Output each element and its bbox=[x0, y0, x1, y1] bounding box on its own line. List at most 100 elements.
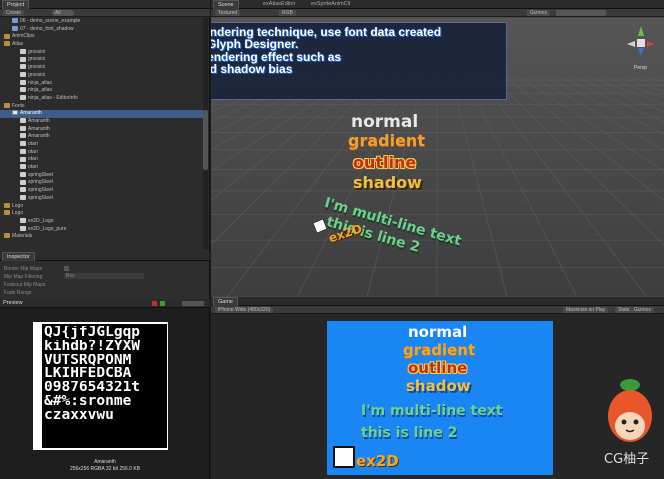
game-normal-text: normal bbox=[408, 323, 468, 341]
tree-item-label: ex2D_Logo bbox=[28, 217, 54, 224]
tree-item-label: grossini bbox=[28, 71, 46, 78]
scene-shadow-text[interactable]: shadow bbox=[353, 173, 422, 192]
folder-icon bbox=[4, 233, 10, 239]
game-multiline-2: this is line 2 bbox=[361, 425, 458, 441]
tab-project[interactable]: Project bbox=[2, 0, 30, 9]
tree-item[interactable]: grossini bbox=[0, 49, 204, 57]
border-mip-maps-checkbox[interactable] bbox=[64, 266, 69, 271]
tree-item[interactable]: grossini bbox=[0, 56, 204, 64]
preview-title: Preview bbox=[3, 300, 23, 306]
file-icon bbox=[20, 179, 26, 185]
file-icon bbox=[20, 156, 26, 162]
tree-item-label: otari bbox=[28, 164, 38, 171]
tree-item-label: Amaranth bbox=[28, 117, 50, 124]
tab-scene[interactable]: Scene bbox=[213, 0, 239, 9]
tree-item[interactable]: Materials bbox=[0, 233, 204, 241]
channel-r-icon[interactable] bbox=[152, 301, 157, 306]
tree-item[interactable]: otari bbox=[0, 141, 204, 149]
axis-gizmo-icon[interactable] bbox=[621, 22, 661, 82]
game-gizmos-toggle[interactable]: Gizmos bbox=[631, 307, 654, 313]
tree-item[interactable]: ninja_atlas bbox=[0, 80, 204, 88]
banner-line-4: gradient color, outline and shadow bias bbox=[211, 62, 293, 76]
tree-item[interactable]: AnimClips bbox=[0, 33, 204, 41]
channel-g-icon[interactable] bbox=[160, 301, 165, 306]
tree-item[interactable]: ninja_atlas bbox=[0, 87, 204, 95]
tree-item-label: ninja_atlas bbox=[28, 79, 52, 86]
scroll-thumb[interactable] bbox=[203, 110, 208, 170]
scene-search-input[interactable] bbox=[556, 10, 606, 16]
tab-game[interactable]: Game bbox=[213, 297, 238, 306]
inspector-panel: Inspector Border Mip Maps Mip Map Filter… bbox=[0, 252, 210, 299]
tree-item[interactable]: Fonts bbox=[0, 103, 204, 111]
create-button[interactable]: Create bbox=[3, 10, 25, 16]
tree-item[interactable]: 07 - demo_font_shadow bbox=[0, 26, 204, 34]
tree-item[interactable]: springSteel bbox=[0, 172, 204, 180]
scene-gradient-text[interactable]: gradient bbox=[348, 131, 425, 150]
preview-header: Preview bbox=[0, 299, 210, 308]
tree-item-label: otari bbox=[28, 156, 38, 163]
tree-item-label: grossini bbox=[28, 48, 46, 55]
fade-range-label: Fade Range bbox=[4, 290, 32, 296]
tree-item-label: Amaranth bbox=[28, 125, 50, 132]
tree-item[interactable]: Logo bbox=[0, 203, 204, 211]
project-panel: Project Create All 06 - demo_scene_examp… bbox=[0, 0, 210, 252]
game-tabbar: Game bbox=[211, 297, 664, 306]
tree-item[interactable]: springSteel bbox=[0, 195, 204, 203]
scene-normal-text[interactable]: normal bbox=[351, 112, 418, 132]
tree-item-label: ninja_atlas bbox=[28, 87, 52, 94]
scene-gizmos-button[interactable]: Gizmos bbox=[527, 10, 550, 16]
tree-item[interactable]: Amaranth bbox=[0, 118, 204, 126]
tree-item[interactable]: otari bbox=[0, 149, 204, 157]
tree-item-label: Logo bbox=[12, 202, 24, 209]
scene-icon bbox=[12, 25, 18, 31]
tree-item-label: Atlas bbox=[12, 41, 24, 48]
tree-item[interactable]: ex2D_Logo bbox=[0, 218, 204, 226]
tree-item[interactable]: grossini bbox=[0, 64, 204, 72]
tree-item[interactable]: springSteel bbox=[0, 179, 204, 187]
glyph-line: czaxxvwu bbox=[44, 408, 114, 423]
tree-item[interactable]: ex2D_Logo_pure bbox=[0, 226, 204, 234]
tab-inspector[interactable]: Inspector bbox=[2, 252, 35, 261]
tree-item[interactable]: Amaranth bbox=[0, 133, 204, 141]
stats-toggle[interactable]: Stats bbox=[615, 307, 633, 313]
tree-item[interactable]: ninja_atlas - EditorInfo bbox=[0, 95, 204, 103]
font-atlas-glyphs: QJ{jfJGLgqp kihdb?!ZYXW VUTSRQPONM LKIHFEDC… bbox=[44, 326, 166, 423]
game-shadow-text: shadow bbox=[406, 377, 471, 395]
file-icon bbox=[20, 171, 26, 177]
tree-item-label: springSteel bbox=[28, 179, 54, 186]
tree-item[interactable]: otari bbox=[0, 164, 204, 172]
tree-item[interactable]: springSteel bbox=[0, 187, 204, 195]
tree-item[interactable]: Atlas bbox=[0, 41, 204, 49]
game-multiline-1: I'm multi-line text bbox=[361, 403, 503, 419]
tab-atlas-editor[interactable]: exAtlasEditor bbox=[259, 0, 299, 9]
maximize-on-play-toggle[interactable]: Maximize on Play bbox=[563, 307, 609, 313]
tree-item[interactable]: Logo bbox=[0, 210, 204, 218]
tree-item-label: ninja_atlas - EditorInfo bbox=[28, 94, 78, 101]
mip-filter-select[interactable]: Box bbox=[64, 273, 144, 279]
feature-banner: Powerful Bitmap Font Rendering technique… bbox=[211, 22, 507, 100]
color-mode-select[interactable]: RGB bbox=[279, 10, 296, 16]
tree-item[interactable]: grossini bbox=[0, 72, 204, 80]
render-mode-select[interactable]: Textured bbox=[215, 10, 241, 16]
scene-view[interactable]: Scene exAtlasEditor exSpriteAnimCli Text… bbox=[211, 0, 664, 297]
tree-item[interactable]: 06 - demo_scene_example bbox=[0, 18, 204, 26]
resolution-select[interactable]: iPhone Wide (480x320) bbox=[215, 307, 274, 313]
tab-sprite-anim[interactable]: exSpriteAnimCli bbox=[307, 0, 354, 9]
tree-item[interactable]: otari bbox=[0, 156, 204, 164]
tree-item[interactable]: Amaranth bbox=[0, 126, 204, 134]
tree-item-label: Amaranth bbox=[20, 110, 42, 117]
scene-toolbar: Textured RGB Gizmos bbox=[211, 9, 664, 17]
mip-slider[interactable] bbox=[182, 301, 204, 306]
folder-icon bbox=[4, 41, 10, 47]
folder-icon bbox=[4, 102, 10, 108]
asset-info: 256x256 RGBA 32 bit 256.0 KB bbox=[69, 466, 141, 472]
banner-line-2: from Hiero, BMFont and Glyph Designer. bbox=[211, 37, 299, 51]
file-icon bbox=[20, 118, 26, 124]
search-input[interactable]: All bbox=[52, 10, 74, 16]
file-icon bbox=[20, 194, 26, 200]
scene-icon bbox=[12, 18, 18, 24]
tree-item[interactable]: Amaranth bbox=[0, 110, 204, 118]
file-icon bbox=[20, 87, 26, 93]
scene-outline-text[interactable]: outline bbox=[353, 153, 416, 172]
project-scrollbar[interactable] bbox=[203, 18, 208, 250]
